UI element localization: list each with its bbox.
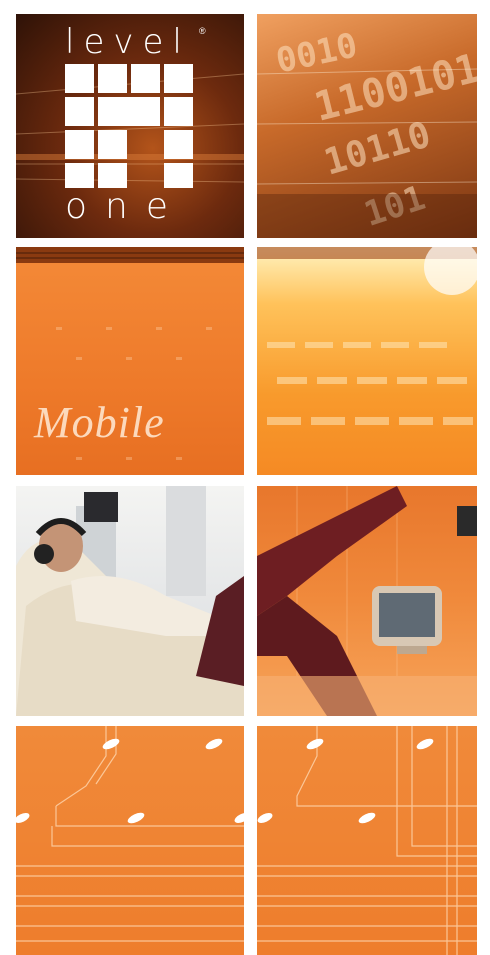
brand-logo: level ® one xyxy=(16,14,244,238)
logo-grid-icon xyxy=(65,64,193,188)
monitor-photo-tile xyxy=(257,486,477,716)
man-with-headphones-image xyxy=(16,486,244,716)
binary-tile: 0010 1100101 10110 101 xyxy=(257,14,477,238)
brand-logo-top: level xyxy=(65,22,191,62)
mobile-tile: Mobile xyxy=(16,247,244,475)
circuit-pattern xyxy=(16,726,244,942)
brand-logo-bottom: one xyxy=(65,186,186,227)
keyboard-glow-tile xyxy=(257,247,477,475)
circuit-tile-right xyxy=(257,726,477,955)
mobile-label: Mobile xyxy=(34,398,165,447)
binary-digits-image: 0010 1100101 10110 101 xyxy=(257,25,477,238)
circuit-pattern xyxy=(257,726,477,955)
legs-and-monitor-image xyxy=(257,486,477,716)
logo-tile: level ® one xyxy=(16,14,244,238)
headphones-photo-tile xyxy=(16,486,244,716)
registered-mark: ® xyxy=(199,26,206,36)
keyboard-glow-image xyxy=(257,247,477,425)
circuit-tile-left xyxy=(16,726,244,955)
